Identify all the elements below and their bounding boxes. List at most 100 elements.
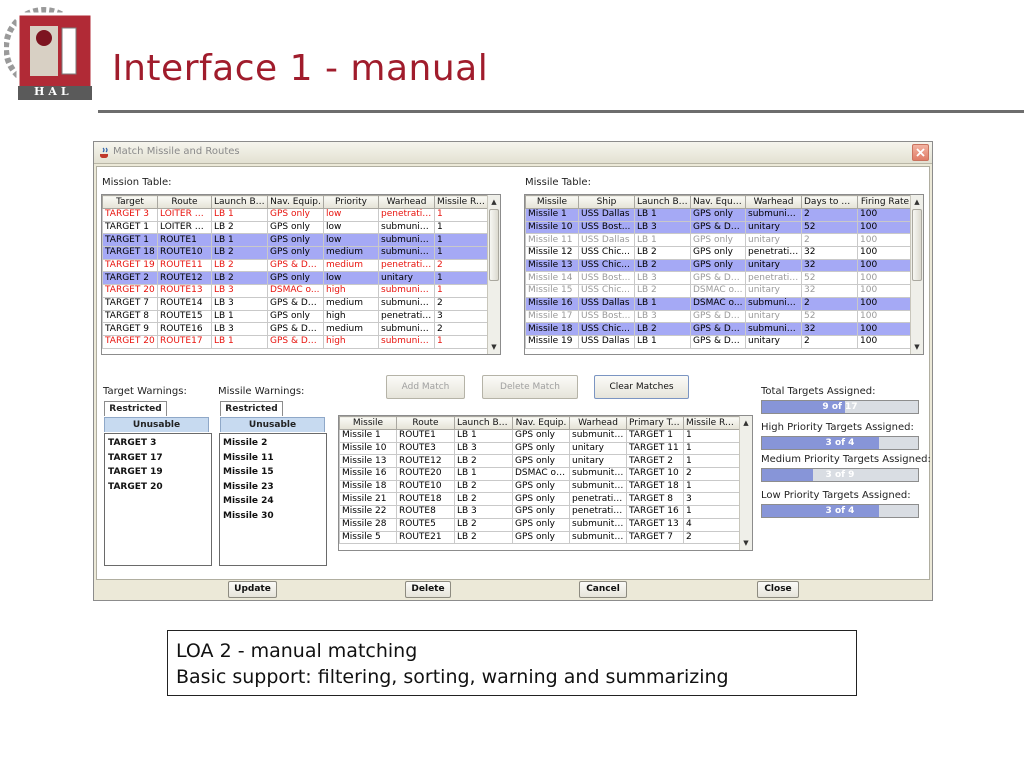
scroll-thumb[interactable]: [489, 209, 499, 281]
missile-row[interactable]: Missile 10 USS Bost... LB 3 GPS & DS... unit…: [525, 220, 913, 235]
mission-row[interactable]: TARGET 2 ROUTE12 LB 2 GPS only low unitary 1: [102, 271, 490, 286]
scroll-up-arrow-icon[interactable]: ▲: [740, 417, 752, 429]
mission-row[interactable]: TARGET 20 ROUTE13 LB 3 DSMAC o... high submun…: [102, 284, 490, 298]
match-row[interactable]: Missile 28 ROUTE5 LB 2 GPS only submuniti...…: [339, 517, 741, 532]
list-item[interactable]: Missile 23: [223, 480, 323, 495]
table-cell: GPS & DS...: [690, 322, 746, 336]
missile-row[interactable]: Missile 17 USS Bost... LB 3 GPS & DS... unit…: [525, 309, 913, 324]
delete-match-button[interactable]: Delete Match: [482, 375, 578, 399]
column-header[interactable]: Missile: [525, 195, 579, 209]
table-cell: 32: [801, 246, 858, 260]
list-item[interactable]: Missile 24: [223, 494, 323, 509]
column-header[interactable]: Warhead: [745, 195, 802, 209]
missile-warnings-list[interactable]: Missile 2 Missile 11 Missile 15 Missile 23 M…: [219, 433, 327, 566]
dialog-titlebar[interactable]: Match Missile and Routes: [94, 142, 932, 164]
column-header[interactable]: Nav. Equip.: [512, 416, 570, 430]
mission-row[interactable]: TARGET 19 ROUTE11 LB 2 GPS & DS... medium pen…: [102, 258, 490, 273]
column-header[interactable]: Warhead: [378, 195, 435, 209]
missile-row[interactable]: Missile 11 USS Dallas LB 1 GPS only unitary 2…: [525, 233, 913, 248]
mission-row[interactable]: TARGET 3 LOITER R... LB 1 GPS only low penetr…: [102, 208, 490, 222]
list-item[interactable]: TARGET 17: [108, 451, 208, 466]
scroll-thumb[interactable]: [912, 209, 922, 281]
update-button[interactable]: Update: [228, 581, 277, 598]
column-header[interactable]: Launch Ba...: [211, 195, 268, 209]
column-header[interactable]: Nav. Equip.: [690, 195, 746, 209]
missile-row[interactable]: Missile 12 USS Chic... LB 2 GPS only penetra…: [525, 246, 913, 260]
close-button[interactable]: Close: [757, 581, 799, 598]
table-cell: TARGET 1: [626, 429, 684, 443]
match-row[interactable]: Missile 22 ROUTE8 LB 3 GPS only penetrating T…: [339, 505, 741, 519]
missile-row[interactable]: Missile 13 USS Chic... LB 2 GPS only unitary…: [525, 258, 913, 273]
missile-row[interactable]: Missile 18 USS Chic... LB 2 GPS & DS... subm…: [525, 322, 913, 336]
target-warnings-list[interactable]: TARGET 3 TARGET 17 TARGET 19 TARGET 20: [104, 433, 212, 566]
match-table[interactable]: Missile Route Launch Ba... Nav. Equip. Warhe…: [338, 415, 753, 551]
match-row[interactable]: Missile 21 ROUTE18 LB 2 GPS only penetrating…: [339, 492, 741, 507]
column-header[interactable]: Route: [157, 195, 212, 209]
column-header[interactable]: Days to Port: [801, 195, 858, 209]
mission-row[interactable]: TARGET 18 ROUTE10 LB 2 GPS only medium submun…: [102, 246, 490, 260]
column-header[interactable]: Priority: [323, 195, 379, 209]
scroll-down-arrow-icon[interactable]: ▼: [488, 341, 500, 353]
mission-row[interactable]: TARGET 1 LOITER R... LB 2 GPS only low submun…: [102, 220, 490, 235]
column-header[interactable]: Missile: [339, 416, 397, 430]
mission-row[interactable]: TARGET 20 ROUTE17 LB 1 GPS & DS... high submu…: [102, 334, 490, 349]
mission-table-scrollbar[interactable]: ▲ ▼: [487, 195, 500, 354]
column-header[interactable]: Nav. Equip.: [267, 195, 324, 209]
match-row[interactable]: Missile 18 ROUTE10 LB 2 GPS only submuniti..…: [339, 479, 741, 494]
close-window-button[interactable]: [912, 144, 929, 161]
match-row[interactable]: Missile 5 ROUTE21 LB 2 GPS only submuniti...…: [339, 530, 741, 545]
list-item[interactable]: Missile 2: [223, 436, 323, 451]
column-header[interactable]: Target: [102, 195, 158, 209]
missile-table[interactable]: Missile Ship Launch Ba... Nav. Equip. Warhea…: [524, 194, 924, 355]
target-warnings-label: Target Warnings:: [103, 386, 187, 397]
match-row[interactable]: Missile 10 ROUTE3 LB 3 GPS only unitary TARGE…: [339, 441, 741, 456]
table-cell: Missile 22: [339, 505, 397, 519]
clear-matches-button[interactable]: Clear Matches: [594, 375, 689, 399]
column-header[interactable]: Missile Re...: [434, 195, 490, 209]
tab-target-unusable[interactable]: Unusable: [104, 417, 209, 432]
column-header[interactable]: Warhead: [569, 416, 627, 430]
match-row[interactable]: Missile 13 ROUTE12 LB 2 GPS only unitary TARG…: [339, 454, 741, 469]
list-item[interactable]: TARGET 20: [108, 480, 208, 495]
list-item[interactable]: Missile 30: [223, 509, 323, 524]
table-cell: GPS only: [512, 429, 570, 443]
column-header[interactable]: Firing Rate: [857, 195, 913, 209]
mission-row[interactable]: TARGET 9 ROUTE16 LB 3 GPS & DS... medium subm…: [102, 322, 490, 336]
mission-row[interactable]: TARGET 1 ROUTE1 LB 1 GPS only low submuniti..…: [102, 233, 490, 248]
missile-table-scrollbar[interactable]: ▲ ▼: [910, 195, 923, 354]
missile-row[interactable]: Missile 16 USS Dallas LB 1 DSMAC o... submun…: [525, 296, 913, 311]
tab-missile-unusable[interactable]: Unusable: [220, 417, 325, 432]
mission-table-header: Target Route Launch Ba... Nav. Equip. Priori…: [102, 195, 490, 209]
match-table-scrollbar[interactable]: ▲ ▼: [739, 416, 752, 550]
missile-row[interactable]: Missile 14 USS Bost... LB 3 GPS & DS... pene…: [525, 271, 913, 286]
missile-row[interactable]: Missile 15 USS Chic... LB 2 DSMAC o... unita…: [525, 284, 913, 298]
list-item[interactable]: TARGET 19: [108, 465, 208, 480]
list-item[interactable]: Missile 15: [223, 465, 323, 480]
mission-table[interactable]: Target Route Launch Ba... Nav. Equip. Priori…: [101, 194, 501, 355]
column-header[interactable]: Missile Re...: [683, 416, 741, 430]
missile-row[interactable]: Missile 19 USS Dallas LB 1 GPS & DS... unita…: [525, 334, 913, 349]
scroll-down-arrow-icon[interactable]: ▼: [911, 341, 923, 353]
column-header[interactable]: Route: [396, 416, 455, 430]
mission-row[interactable]: TARGET 7 ROUTE14 LB 3 GPS & DS... medium subm…: [102, 296, 490, 311]
match-row[interactable]: Missile 16 ROUTE20 LB 1 DSMAC only submuniti…: [339, 467, 741, 481]
match-row[interactable]: Missile 1 ROUTE1 LB 1 GPS only submuniti... T…: [339, 429, 741, 443]
list-item[interactable]: TARGET 3: [108, 436, 208, 451]
table-cell: ROUTE14: [157, 296, 212, 311]
column-header[interactable]: Primary Tar...: [626, 416, 684, 430]
add-match-button[interactable]: Add Match: [386, 375, 465, 399]
mission-row[interactable]: TARGET 8 ROUTE15 LB 1 GPS only high penetrati…: [102, 309, 490, 324]
column-header[interactable]: Ship: [578, 195, 635, 209]
table-cell: LB 2: [634, 322, 691, 336]
tab-target-restricted[interactable]: Restricted: [104, 401, 167, 416]
list-item[interactable]: Missile 11: [223, 451, 323, 466]
tab-missile-restricted[interactable]: Restricted: [220, 401, 283, 416]
column-header[interactable]: Launch Ba...: [634, 195, 691, 209]
scroll-down-arrow-icon[interactable]: ▼: [740, 537, 752, 549]
scroll-up-arrow-icon[interactable]: ▲: [911, 196, 923, 208]
scroll-up-arrow-icon[interactable]: ▲: [488, 196, 500, 208]
cancel-button[interactable]: Cancel: [579, 581, 627, 598]
delete-button[interactable]: Delete: [405, 581, 451, 598]
column-header[interactable]: Launch Ba...: [454, 416, 513, 430]
missile-row[interactable]: Missile 1 USS Dallas LB 1 GPS only submuniti…: [525, 208, 913, 222]
